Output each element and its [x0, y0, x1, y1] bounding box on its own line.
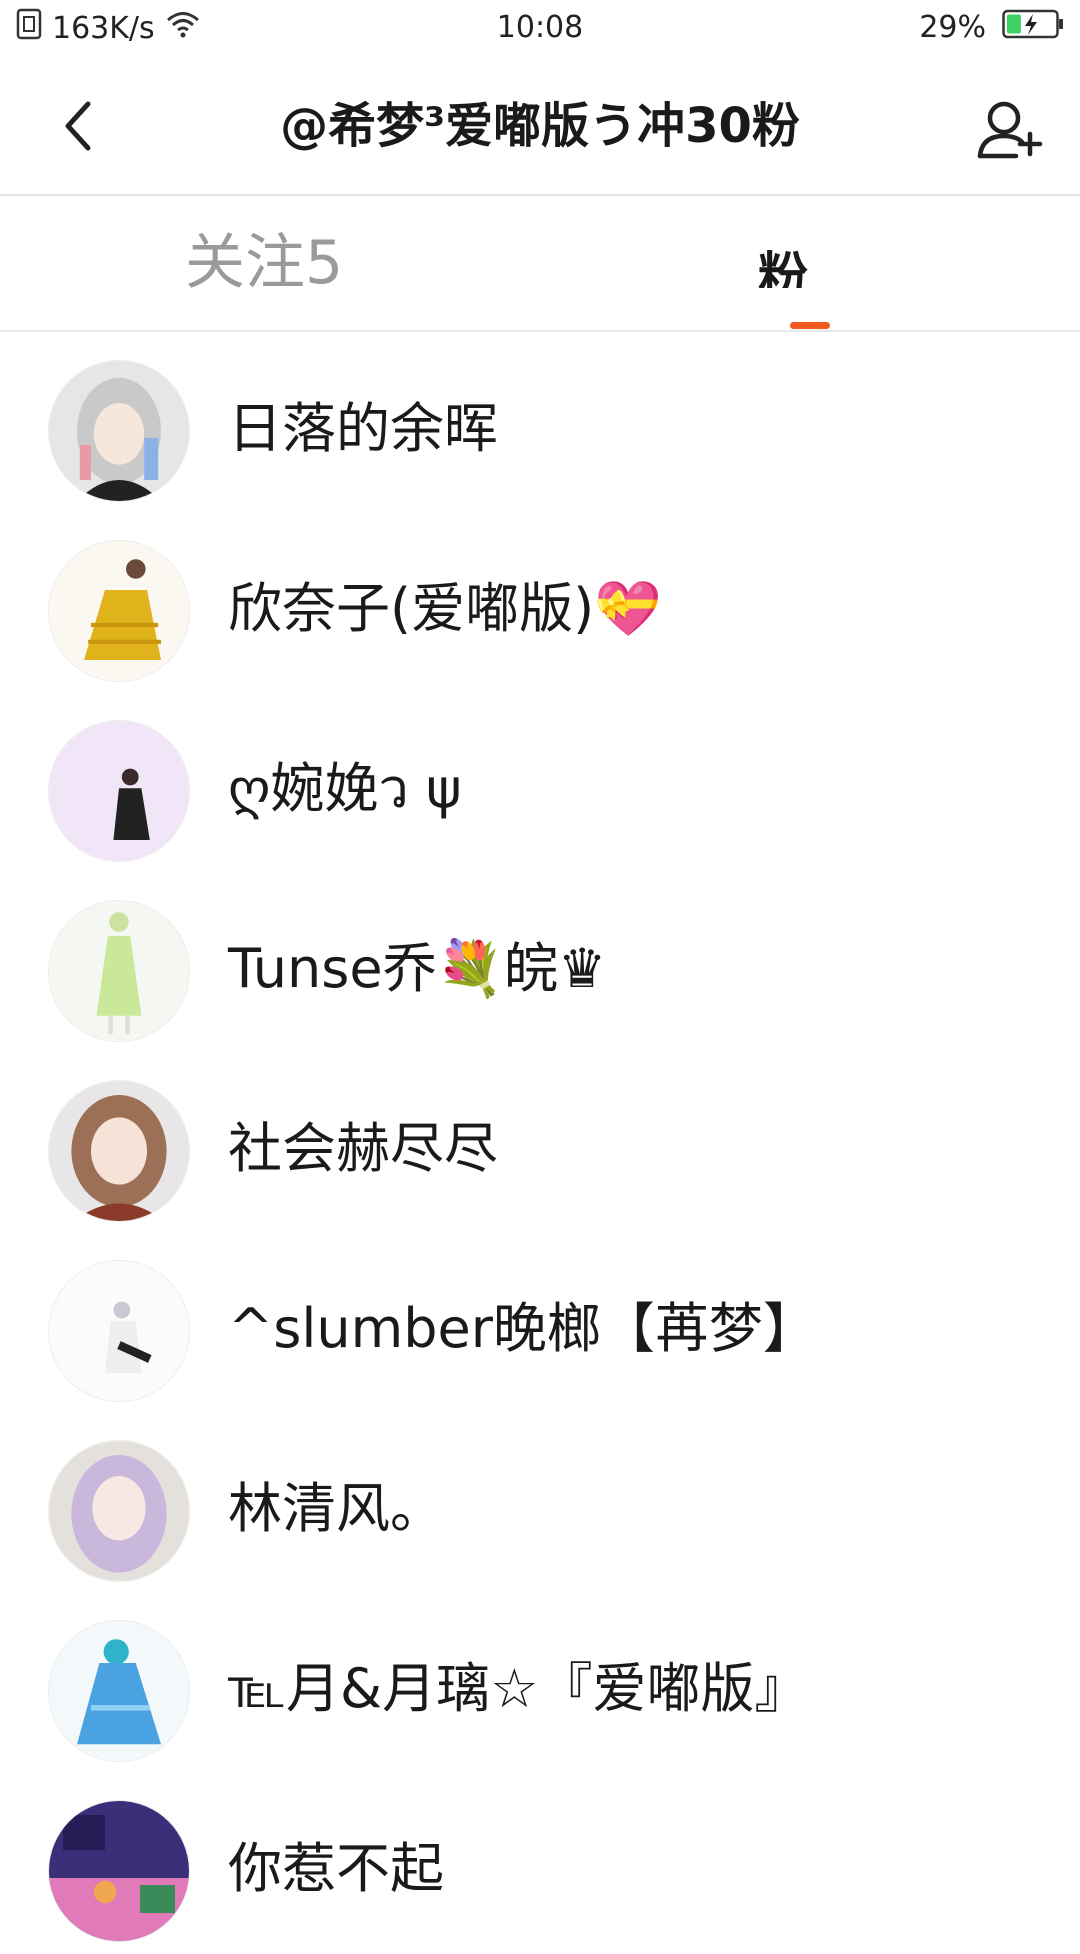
tab-following[interactable]: 关注5: [0, 196, 540, 330]
tab-fans-label: 粉: [758, 248, 808, 288]
user-name: ℡月&月璃☆『爱嘟版』: [228, 1657, 809, 1720]
user-name: ^slumber晚榔【苒梦】: [228, 1297, 817, 1360]
list-item[interactable]: Tunse乔💐皖♛: [0, 874, 1080, 1054]
add-user-icon: [977, 101, 1043, 159]
avatar[interactable]: [48, 720, 190, 862]
avatar[interactable]: [48, 1440, 190, 1582]
avatar[interactable]: [48, 1620, 190, 1762]
list-item[interactable]: ℡月&月璃☆『爱嘟版』: [0, 1594, 1080, 1774]
user-name: 日落的余晖: [228, 397, 498, 460]
page-title: @希梦³爱嘟版う冲30粉: [280, 98, 800, 154]
list-item[interactable]: 你惹不起: [0, 1774, 1080, 1954]
user-name: 欣奈子(爱嘟版)💝: [228, 577, 662, 640]
back-button[interactable]: [48, 96, 108, 156]
nav-bar: @希梦³爱嘟版う冲30粉: [0, 56, 1080, 196]
chevron-left-icon: [65, 101, 91, 151]
tab-fans[interactable]: 粉: [540, 196, 1080, 330]
avatar[interactable]: [48, 540, 190, 682]
list-item[interactable]: 欣奈子(爱嘟版)💝: [0, 514, 1080, 694]
avatar[interactable]: [48, 360, 190, 502]
active-tab-indicator: [790, 322, 830, 329]
battery-charging-icon: [1002, 9, 1064, 47]
tab-following-label: 关注5: [185, 228, 344, 298]
add-friend-button[interactable]: [974, 94, 1046, 166]
avatar[interactable]: [48, 1260, 190, 1402]
user-name: ღ婉娩ว ψ: [228, 757, 462, 820]
status-bar: 163K/s 10:08 29%: [0, 0, 1080, 56]
list-item[interactable]: 林清风。: [0, 1414, 1080, 1594]
user-name: 你惹不起: [228, 1837, 444, 1900]
avatar[interactable]: [48, 1080, 190, 1222]
avatar[interactable]: [48, 1800, 190, 1942]
fan-list: 日落的余晖 欣奈子(爱嘟版)💝 ღ婉娩ว ψ Tunse乔💐皖♛ 社会赫尽尽 ^…: [0, 334, 1080, 1954]
battery-percent: 29%: [919, 10, 986, 45]
clock: 10:08: [496, 10, 584, 45]
avatar[interactable]: [48, 900, 190, 1042]
list-item[interactable]: 社会赫尽尽: [0, 1054, 1080, 1234]
list-item[interactable]: ^slumber晚榔【苒梦】: [0, 1234, 1080, 1414]
user-name: Tunse乔💐皖♛: [228, 937, 607, 1000]
status-right: 29%: [919, 9, 1064, 47]
user-name: 社会赫尽尽: [228, 1117, 498, 1180]
tab-bar: 关注5 粉: [0, 196, 1080, 332]
list-item[interactable]: ღ婉娩ว ψ: [0, 694, 1080, 874]
list-item[interactable]: 日落的余晖: [0, 334, 1080, 514]
user-name: 林清风。: [228, 1477, 444, 1540]
